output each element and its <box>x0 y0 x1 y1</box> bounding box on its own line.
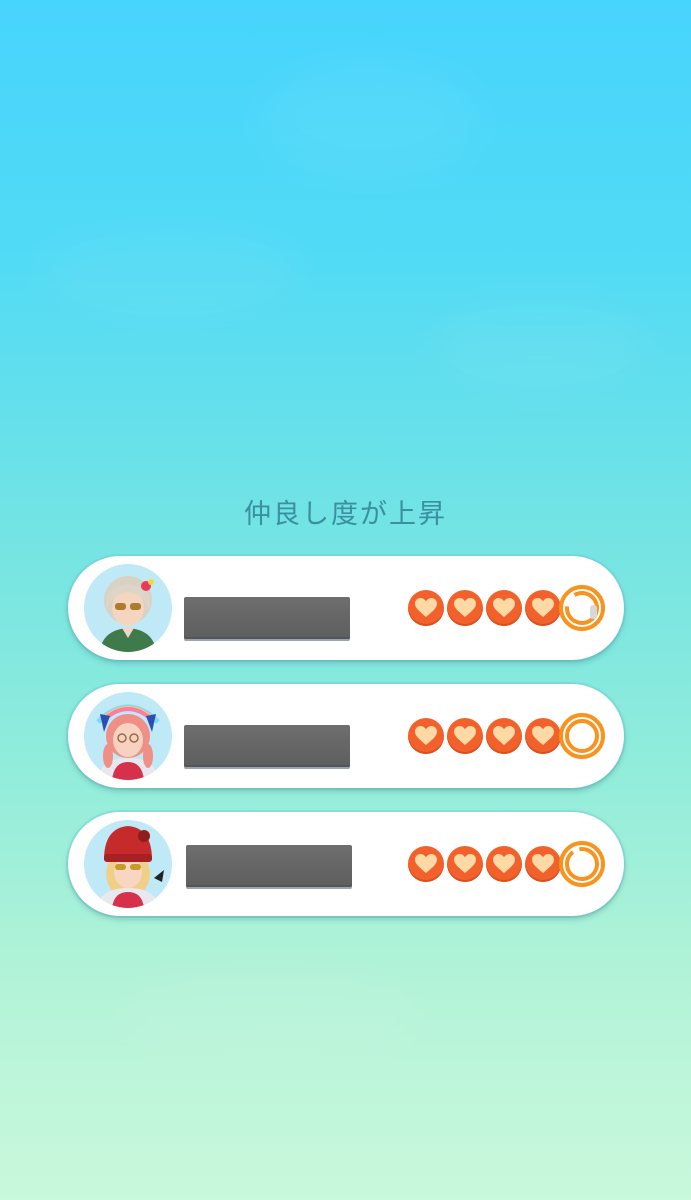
heart-icon <box>486 590 522 626</box>
friend-card[interactable] <box>68 556 624 660</box>
heart-icon <box>525 718 561 754</box>
friend-card[interactable] <box>68 684 624 788</box>
background-cloud <box>260 60 480 180</box>
trainer-name-redacted <box>186 845 352 887</box>
heart-progress-icon <box>559 841 605 887</box>
heart-icon <box>408 718 444 754</box>
heart-icon <box>486 846 522 882</box>
heart-icon <box>408 590 444 626</box>
background-cloud <box>120 960 420 1070</box>
background-cloud <box>430 300 650 390</box>
trainer-name-redacted <box>184 725 350 767</box>
friend-card[interactable] <box>68 812 624 916</box>
heart-progress-icon <box>559 713 605 759</box>
heart-icon <box>525 846 561 882</box>
heart-icon <box>447 590 483 626</box>
trainer-avatar-red-hat-icon <box>84 820 172 908</box>
heart-icon <box>408 846 444 882</box>
heart-icon <box>525 590 561 626</box>
trainer-name-redacted <box>184 597 350 639</box>
heart-icon <box>486 718 522 754</box>
friendship-level-up-title: 仲良し度が上昇 <box>244 499 447 530</box>
heart-progress-icon <box>559 585 605 631</box>
heart-icon <box>447 846 483 882</box>
trainer-avatar-pink-hair-icon <box>84 692 172 780</box>
heart-icon <box>447 718 483 754</box>
background-cloud <box>40 230 300 320</box>
trainer-avatar-silver-hair-icon <box>84 564 172 652</box>
